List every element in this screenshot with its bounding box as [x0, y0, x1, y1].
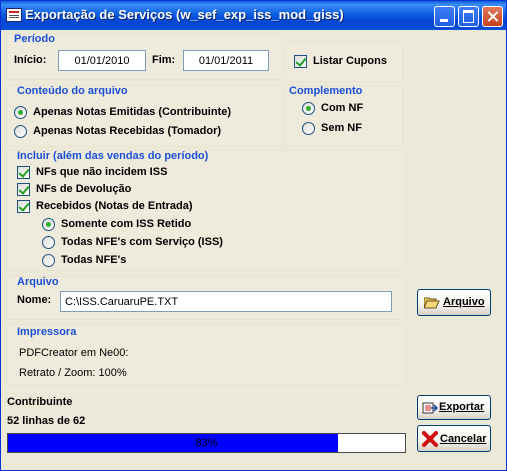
recebidos-label[interactable]: Recebidos (Notas de Entrada) — [36, 200, 192, 212]
recebidos-checkbox[interactable] — [17, 200, 30, 213]
cancelar-label: Cancelar — [440, 433, 487, 445]
todas-nfe-servico-radio[interactable] — [42, 236, 55, 249]
sem-nf-label[interactable]: Sem NF — [321, 122, 362, 134]
complemento-heading: Complemento — [289, 85, 363, 97]
conteudo-recebidas-radio[interactable] — [14, 125, 27, 138]
inicio-date-input[interactable] — [58, 50, 146, 71]
export-progress-bar: 83% — [7, 433, 406, 453]
impressora-heading: Impressora — [17, 326, 77, 338]
todas-nfe-label[interactable]: Todas NFE's — [61, 254, 126, 266]
nfs-devolucao-label[interactable]: NFs de Devolução — [36, 183, 131, 195]
nfs-devolucao-checkbox[interactable] — [17, 183, 30, 196]
window-title: Exportação de Serviços (w_sef_exp_iss_mo… — [25, 7, 344, 22]
conteudo-emitidas-radio[interactable] — [14, 106, 27, 119]
todas-nfe-radio[interactable] — [42, 254, 55, 267]
impressora-printer-text: PDFCreator em Ne00: — [19, 347, 129, 359]
todas-nfe-servico-label[interactable]: Todas NFE's com Serviço (ISS) — [61, 236, 223, 248]
export-services-window: Exportação de Serviços (w_sef_exp_iss_mo… — [0, 0, 507, 471]
cancel-x-icon — [421, 430, 439, 450]
incluir-heading: Incluir (além das vendas do período) — [17, 150, 209, 162]
nfs-nao-incidem-iss-label[interactable]: NFs que não incidem ISS — [36, 166, 167, 178]
exportar-label: Exportar — [439, 401, 485, 413]
impressora-zoom-text: Retrato / Zoom: 100% — [19, 367, 127, 379]
maximize-button[interactable] — [458, 6, 479, 27]
exportar-button[interactable]: Exportar — [417, 395, 491, 420]
com-nf-radio[interactable] — [302, 102, 315, 115]
folder-open-icon — [423, 297, 440, 312]
nome-label: Nome: — [17, 294, 52, 306]
arquivo-heading: Arquivo — [17, 276, 59, 288]
fim-date-input[interactable] — [183, 50, 269, 71]
sem-nf-radio[interactable] — [302, 122, 315, 135]
listar-cupons-label[interactable]: Listar Cupons — [313, 55, 387, 67]
somente-iss-retido-label[interactable]: Somente com ISS Retido — [61, 218, 191, 230]
arquivo-nome-input[interactable] — [60, 291, 392, 312]
conteudo-heading: Conteúdo do arquivo — [17, 85, 128, 97]
periodo-heading: Período — [14, 33, 55, 45]
conteudo-recebidas-label[interactable]: Apenas Notas Recebidas (Tomador) — [33, 125, 221, 137]
progress-percent: 83% — [195, 437, 218, 449]
cancelar-button[interactable]: Cancelar — [417, 425, 491, 452]
com-nf-label[interactable]: Com NF — [321, 102, 363, 114]
arquivo-button-label: Arquivo — [443, 296, 485, 308]
app-window-icon — [6, 8, 22, 22]
close-button[interactable] — [482, 6, 503, 27]
somente-iss-retido-radio[interactable] — [42, 218, 55, 231]
minimize-button[interactable] — [434, 6, 455, 27]
nfs-nao-incidem-iss-checkbox[interactable] — [17, 166, 30, 179]
arquivo-browse-button[interactable]: Arquivo — [417, 289, 491, 316]
contribuinte-status: Contribuinte — [7, 396, 73, 408]
listar-cupons-checkbox[interactable] — [294, 55, 307, 68]
title-bar[interactable]: Exportação de Serviços (w_sef_exp_iss_mo… — [1, 1, 506, 30]
export-icon — [422, 401, 439, 418]
inicio-label: Início: — [14, 54, 47, 66]
conteudo-emitidas-label[interactable]: Apenas Notas Emitidas (Contribuinte) — [33, 106, 231, 118]
fim-label: Fim: — [152, 54, 176, 66]
linhas-count: 52 linhas de 62 — [7, 415, 86, 427]
